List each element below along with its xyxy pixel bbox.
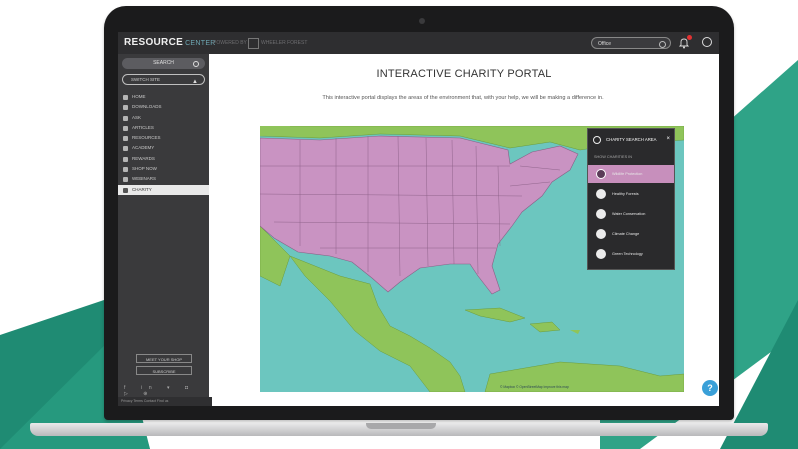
panel-item-label: Water Conservation (612, 212, 646, 216)
sidebar-item-charity[interactable]: CHARITY (118, 184, 209, 195)
panel-item-label: Wildlife Protection (612, 172, 643, 176)
sidebar-item-label: ACADEMY (132, 145, 155, 151)
panel-header: CHARITY SEARCH AREA × (588, 129, 674, 151)
partner-name: WHEELER FOREST (261, 40, 308, 46)
sidebar-item-academy[interactable]: ACADEMY (118, 143, 209, 153)
shop-icon (123, 167, 128, 173)
social-icons[interactable]: f in ▾ ◘ ▷ ⊕ (124, 385, 206, 397)
powered-by-text: POWERED BY (213, 40, 247, 46)
top-search-value: Office (598, 41, 611, 47)
panel-title: CHARITY SEARCH AREA (606, 137, 657, 142)
help-button[interactable]: ? (702, 380, 718, 396)
sidebar-item-label: WEBINARS (132, 176, 157, 182)
sidebar-item-ask[interactable]: ASK (118, 113, 209, 123)
meet-your-shop-label: MEET YOUR SHOP (145, 357, 183, 362)
logo[interactable]: RESOURCE CENTER (124, 37, 216, 48)
top-bar: RESOURCE CENTER POWERED BY WHEELER FOREST… (118, 32, 719, 54)
home-icon (123, 95, 128, 100)
resources-icon (123, 136, 128, 142)
tree-icon (596, 189, 606, 199)
map-attribution[interactable]: © Mapbox © OpenStreetMap Improve this ma… (500, 385, 569, 389)
water-drop-icon (596, 209, 606, 219)
camera-dot (419, 18, 425, 24)
paw-icon (596, 169, 606, 179)
panel-item-label: Climate Change (612, 232, 640, 236)
sidebar-item-label: RESOURCES (132, 135, 161, 141)
panel-item-green-tech[interactable]: Green Technology (588, 245, 674, 263)
subscribe-button[interactable]: SUBSCRIBE (136, 366, 192, 375)
download-icon (123, 105, 128, 111)
panel-item-label: Green Technology (612, 252, 643, 256)
user-circle-icon[interactable] (702, 37, 712, 47)
sidebar-item-shop-now[interactable]: SHOP NOW (118, 164, 209, 174)
globe-icon (593, 136, 601, 144)
heart-icon (123, 187, 128, 193)
sidebar-item-label: ASK (132, 114, 142, 120)
panel-item-climate[interactable]: Climate Change (588, 225, 674, 243)
sidebar: SEARCH SWITCH SITE ▲ HOME DOWNLOADS ASK … (118, 54, 212, 406)
partner-logo-icon (248, 38, 259, 49)
leaf-icon (596, 249, 606, 259)
panel-item-forests[interactable]: Healthy Forests (588, 185, 674, 203)
academy-icon (123, 146, 128, 152)
sidebar-item-rewards[interactable]: REWARDS (118, 154, 209, 164)
sidebar-item-webinars[interactable]: WEBINARS (118, 174, 209, 184)
switch-site-dropdown[interactable]: SWITCH SITE ▲ (122, 74, 205, 85)
footer-links[interactable]: Privacy Terms Contact Find us (118, 397, 212, 406)
chevron-up-icon: ▲ (192, 79, 198, 85)
page-title: INTERACTIVE CHARITY PORTAL (376, 68, 552, 80)
panel-subtitle: SHOW CHARITIES IN (594, 155, 632, 159)
top-search-input[interactable]: Office (591, 37, 671, 49)
search-icon[interactable] (659, 41, 666, 48)
sidebar-item-label: HOME (132, 94, 146, 99)
sidebar-item-home[interactable]: HOME (118, 92, 209, 102)
sidebar-item-label: SHOP NOW (132, 166, 157, 172)
articles-icon (123, 125, 128, 131)
meet-your-shop-button[interactable]: MEET YOUR SHOP (136, 354, 192, 363)
sidebar-search-label: SEARCH (153, 60, 174, 66)
page-description: This interactive portal displays the are… (322, 95, 604, 101)
logo-main: RESOURCE (124, 37, 184, 48)
screen: RESOURCE CENTER POWERED BY WHEELER FOREST… (118, 32, 719, 406)
sidebar-item-downloads[interactable]: DOWNLOADS (118, 102, 209, 112)
subscribe-label: SUBSCRIBE (152, 369, 176, 374)
sidebar-item-articles[interactable]: ARTICLES (118, 123, 209, 133)
panel-item-wildlife[interactable]: Wildlife Protection (588, 165, 674, 183)
sidebar-search-button[interactable]: SEARCH (122, 58, 205, 69)
ask-icon (123, 115, 128, 121)
close-icon[interactable]: × (666, 128, 670, 150)
rewards-icon (123, 156, 128, 162)
logo-sub: CENTER (185, 40, 216, 47)
webinar-icon (123, 177, 128, 183)
charity-search-panel: CHARITY SEARCH AREA × SHOW CHARITIES IN … (587, 128, 675, 270)
panel-item-water[interactable]: Water Conservation (588, 205, 674, 223)
panel-item-label: Healthy Forests (612, 192, 639, 196)
switch-site-label: SWITCH SITE (131, 77, 160, 82)
sidebar-item-label: DOWNLOADS (132, 104, 162, 110)
sidebar-item-resources[interactable]: RESOURCES (118, 133, 209, 143)
sidebar-nav: HOME DOWNLOADS ASK ARTICLES RESOURCES AC… (118, 92, 209, 195)
sidebar-item-label: ARTICLES (132, 124, 154, 130)
search-icon (193, 61, 199, 67)
sidebar-item-label: REWARDS (132, 155, 155, 161)
sidebar-item-label: CHARITY (132, 186, 152, 192)
notification-badge (687, 35, 692, 40)
thermometer-icon (596, 229, 606, 239)
laptop-notch (366, 423, 436, 429)
